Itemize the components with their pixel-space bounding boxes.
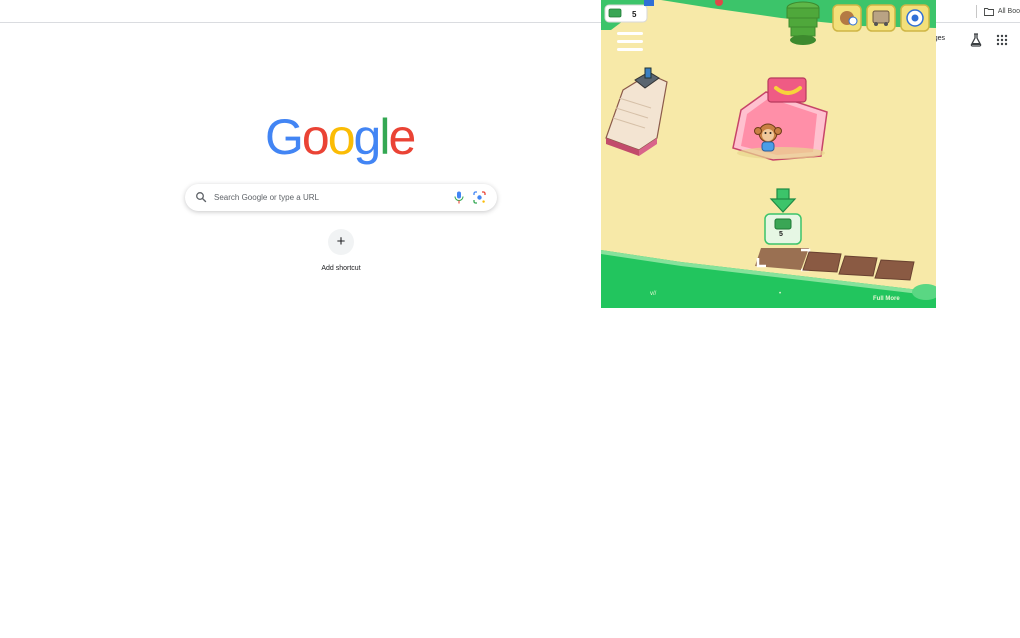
hud-animal-button xyxy=(832,4,862,32)
game-footer-dot: • xyxy=(779,291,782,297)
search-icon xyxy=(196,192,207,203)
search-box[interactable] xyxy=(185,184,497,211)
logo-letter-3: g xyxy=(353,109,382,165)
hud-truck-button xyxy=(866,4,896,32)
new-tab-page: All Boo mages Google xyxy=(0,0,1020,638)
logo-letter-0: G xyxy=(265,109,304,165)
bill-price: 5 xyxy=(779,231,783,238)
game-footer-left-text: v// xyxy=(650,291,657,297)
logo-letter-1: o xyxy=(301,109,330,165)
search-input[interactable] xyxy=(214,189,444,206)
folder-icon xyxy=(983,8,994,16)
hamburger-menu-icon xyxy=(617,32,643,51)
cash-bill-icon xyxy=(608,8,622,18)
logo-letter-4: l xyxy=(379,109,390,165)
logo-letter-2: o xyxy=(327,109,356,165)
cash-tab xyxy=(644,0,654,6)
hud-settings-button xyxy=(900,4,930,32)
bill-icon xyxy=(774,218,792,230)
add-shortcut-label: Add shortcut xyxy=(321,265,361,272)
google-logo: Google xyxy=(265,108,417,166)
add-shortcut[interactable]: + Add shortcut xyxy=(313,228,369,278)
cash-amount: 5 xyxy=(632,10,637,19)
stacked-pots xyxy=(786,1,820,45)
apps-grid-icon[interactable] xyxy=(996,34,1008,46)
game-fullscreen-more-links[interactable]: Full More xyxy=(873,296,900,302)
all-bookmarks-label: All Boo xyxy=(997,8,1020,15)
add-shortcut-icon: + xyxy=(328,229,354,255)
lens-icon[interactable] xyxy=(473,191,486,204)
all-bookmarks-button[interactable]: All Boo xyxy=(983,4,1020,19)
bookmarks-separator xyxy=(976,5,977,18)
game-scene xyxy=(601,0,936,308)
mic-icon[interactable] xyxy=(453,191,465,204)
logo-letter-5: e xyxy=(388,109,416,165)
game-window[interactable] xyxy=(601,0,936,308)
labs-flask-icon[interactable] xyxy=(969,33,983,47)
